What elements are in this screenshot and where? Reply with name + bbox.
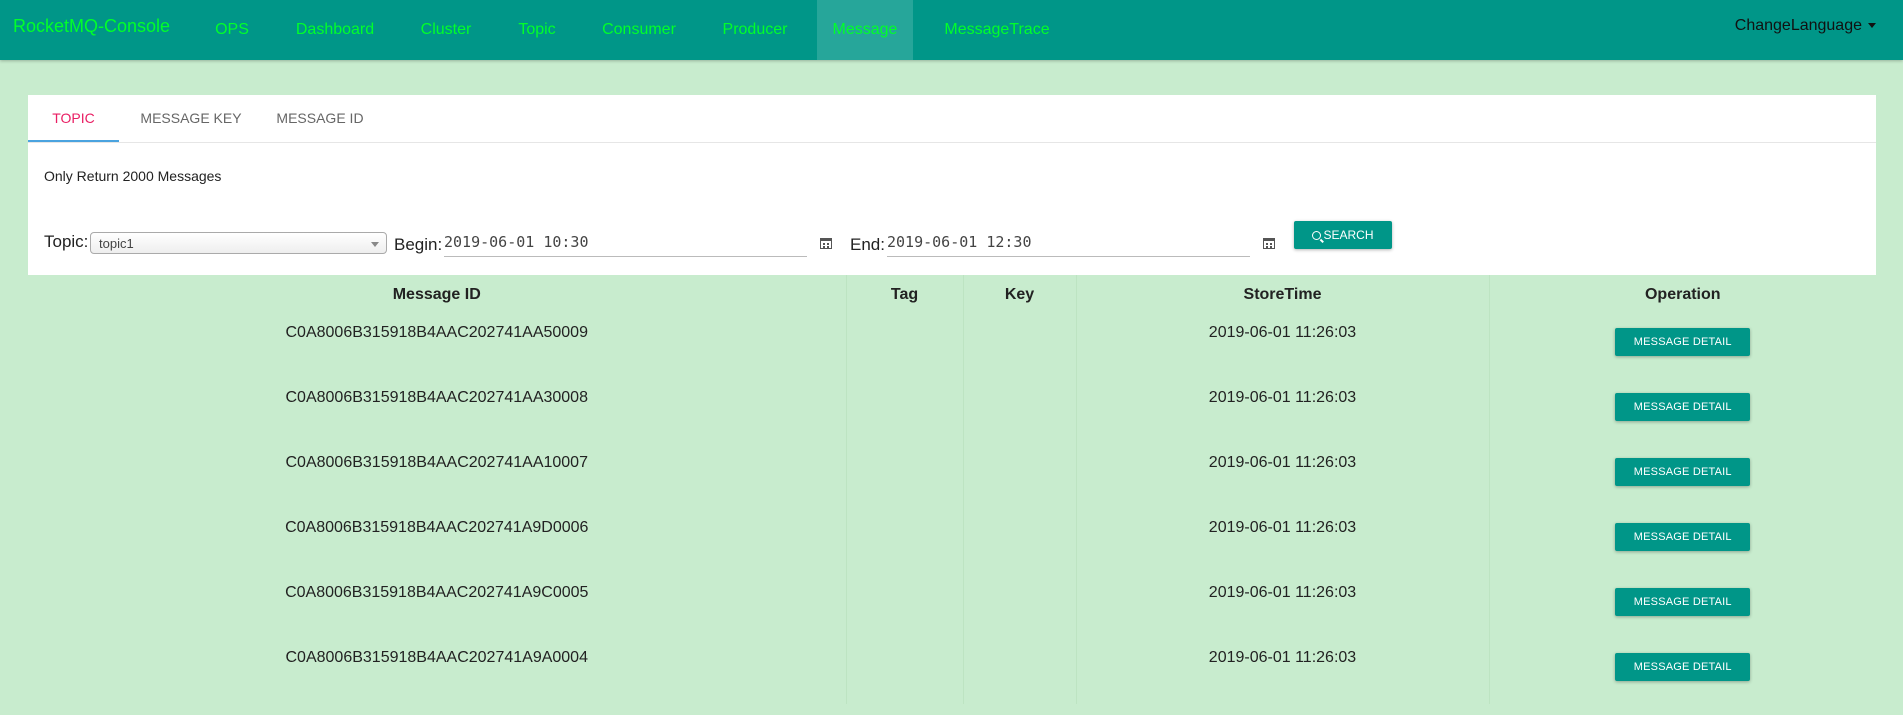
cell-store-time: 2019-06-01 11:26:03 <box>1076 314 1490 379</box>
cell-operation: MESSAGE DETAIL <box>1489 574 1876 639</box>
message-detail-button[interactable]: MESSAGE DETAIL <box>1615 653 1751 681</box>
table-header-row: Message ID Tag Key StoreTime Operation <box>28 275 1876 314</box>
search-icon <box>1312 231 1322 240</box>
nav-item-dashboard[interactable]: Dashboard <box>279 0 391 60</box>
search-tabs: TOPIC MESSAGE KEY MESSAGE ID <box>28 95 1876 143</box>
message-detail-button[interactable]: MESSAGE DETAIL <box>1615 588 1751 616</box>
cell-message-id: C0A8006B315918B4AAC202741AA50009 <box>28 314 847 379</box>
cell-operation: MESSAGE DETAIL <box>1489 314 1876 379</box>
cell-tag <box>846 509 964 574</box>
begin-label: Begin: <box>394 235 443 254</box>
cell-store-time: 2019-06-01 11:26:03 <box>1076 639 1490 704</box>
table-row: C0A8006B315918B4AAC202741A9D0006 2019-06… <box>28 509 1876 574</box>
header-operation: Operation <box>1644 285 1721 303</box>
table-row: C0A8006B315918B4AAC202741A9A0004 2019-06… <box>28 639 1876 704</box>
cell-operation: MESSAGE DETAIL <box>1489 509 1876 574</box>
cell-message-id: C0A8006B315918B4AAC202741AA30008 <box>28 379 847 444</box>
tab-message-key[interactable]: MESSAGE KEY <box>136 95 246 142</box>
cell-key <box>963 639 1077 704</box>
table-row: C0A8006B315918B4AAC202741AA10007 2019-06… <box>28 444 1876 509</box>
search-button-label: SEARCH <box>1323 228 1374 242</box>
nav-item-ops[interactable]: OPS <box>196 0 268 60</box>
nav-item-producer[interactable]: Producer <box>703 0 807 60</box>
caret-down-icon <box>1868 23 1876 29</box>
cell-operation: MESSAGE DETAIL <box>1489 379 1876 444</box>
cell-tag <box>846 314 964 379</box>
nav-item-message[interactable]: Message <box>817 0 913 60</box>
end-label: End: <box>850 235 885 254</box>
header-key: Key <box>963 275 1077 314</box>
header-store-time: StoreTime <box>1076 275 1490 314</box>
cell-store-time: 2019-06-01 11:26:03 <box>1076 574 1490 639</box>
tab-message-id[interactable]: MESSAGE ID <box>264 95 376 142</box>
header-tag: Tag <box>846 275 964 314</box>
cell-store-time: 2019-06-01 11:26:03 <box>1076 379 1490 444</box>
cell-store-time: 2019-06-01 11:26:03 <box>1076 509 1490 574</box>
nav-item-topic[interactable]: Topic <box>500 0 574 60</box>
message-table: Message ID Tag Key StoreTime Operation C… <box>28 275 1876 704</box>
cell-key <box>963 509 1077 574</box>
topic-label: Topic: <box>44 232 89 251</box>
message-panel: TOPIC MESSAGE KEY MESSAGE ID Only Return… <box>28 95 1876 715</box>
topic-select-value: topic1 <box>99 236 134 251</box>
calendar-icon[interactable] <box>820 238 832 249</box>
end-date-input[interactable]: 2019-06-01 12:30 <box>887 230 1250 257</box>
cell-message-id: C0A8006B315918B4AAC202741A9A0004 <box>28 639 847 704</box>
cell-key <box>963 314 1077 379</box>
cell-tag <box>846 379 964 444</box>
cell-key <box>963 379 1077 444</box>
tab-topic[interactable]: TOPIC <box>28 95 119 142</box>
search-button[interactable]: SEARCH <box>1294 221 1392 249</box>
table-row: C0A8006B315918B4AAC202741A9C0005 2019-06… <box>28 574 1876 639</box>
table-row: C0A8006B315918B4AAC202741AA50009 2019-06… <box>28 314 1876 379</box>
change-language-dropdown[interactable]: ChangeLanguage <box>1735 17 1876 35</box>
top-navbar: RocketMQ-Console OPS Dashboard Cluster T… <box>0 0 1903 60</box>
result-limit-note: Only Return 2000 Messages <box>44 168 222 184</box>
message-table-container: Message ID Tag Key StoreTime Operation C… <box>28 275 1876 715</box>
cell-message-id: C0A8006B315918B4AAC202741AA10007 <box>28 444 847 509</box>
header-message-id: Message ID <box>28 275 847 314</box>
cell-key <box>963 574 1077 639</box>
nav-item-cluster[interactable]: Cluster <box>401 0 491 60</box>
calendar-icon[interactable] <box>1263 238 1275 249</box>
cell-key <box>963 444 1077 509</box>
begin-date-input[interactable]: 2019-06-01 10:30 <box>444 230 807 257</box>
message-detail-button[interactable]: MESSAGE DETAIL <box>1615 523 1751 551</box>
message-detail-button[interactable]: MESSAGE DETAIL <box>1615 393 1751 421</box>
brand-logo[interactable]: RocketMQ-Console <box>13 16 170 37</box>
cell-operation: MESSAGE DETAIL <box>1489 444 1876 509</box>
message-detail-button[interactable]: MESSAGE DETAIL <box>1615 458 1751 486</box>
message-detail-button[interactable]: MESSAGE DETAIL <box>1615 328 1751 356</box>
nav-item-consumer[interactable]: Consumer <box>584 0 694 60</box>
change-language-label: ChangeLanguage <box>1734 17 1862 34</box>
chevron-down-icon <box>371 242 379 247</box>
table-row: C0A8006B315918B4AAC202741AA30008 2019-06… <box>28 379 1876 444</box>
cell-tag <box>846 574 964 639</box>
cell-message-id: C0A8006B315918B4AAC202741A9D0006 <box>28 509 847 574</box>
cell-store-time: 2019-06-01 11:26:03 <box>1076 444 1490 509</box>
cell-operation: MESSAGE DETAIL <box>1489 639 1876 704</box>
cell-message-id: C0A8006B315918B4AAC202741A9C0005 <box>28 574 847 639</box>
nav-item-messagetrace[interactable]: MessageTrace <box>923 0 1071 60</box>
cell-tag <box>846 639 964 704</box>
cell-tag <box>846 444 964 509</box>
topic-select[interactable]: topic1 <box>90 232 387 254</box>
